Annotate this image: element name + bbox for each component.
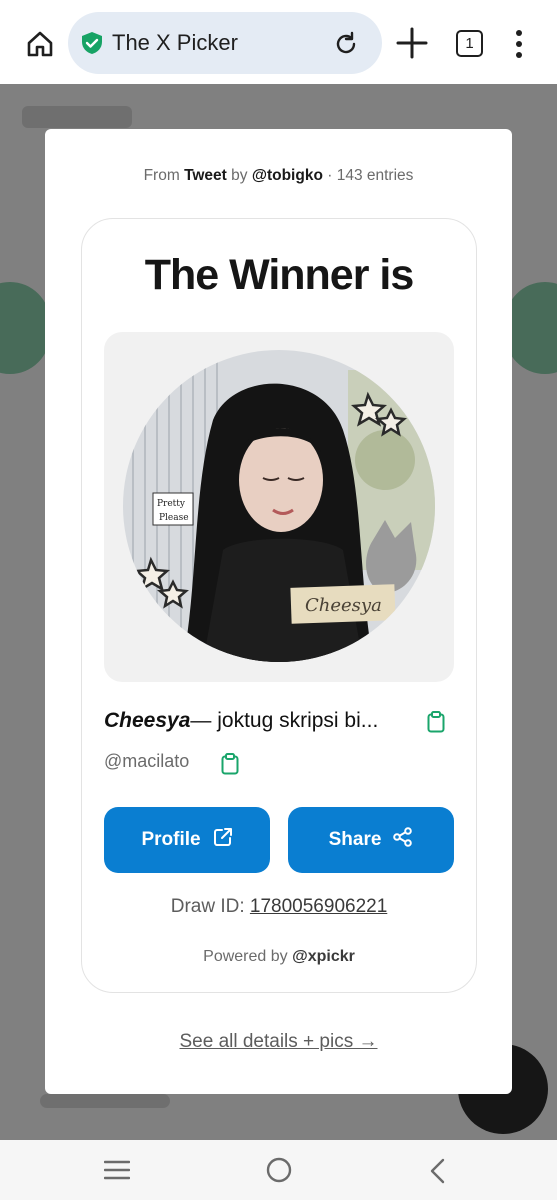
- winner-name-rest: — joktug skripsi bi...: [190, 709, 379, 732]
- photo-caption: Cheesya: [305, 595, 382, 616]
- background-decoration: [505, 282, 557, 374]
- draw-id-link[interactable]: 1780056906221: [250, 896, 387, 917]
- powered-handle[interactable]: @xpickr: [292, 948, 355, 965]
- source-line: From Tweet by @tobigko · 143 entries: [45, 167, 512, 185]
- back-icon[interactable]: [428, 1158, 446, 1184]
- powered-prefix: Powered by: [203, 948, 288, 965]
- background-decoration: [0, 282, 50, 374]
- tabs-icon[interactable]: 1: [456, 30, 483, 57]
- see-all-details-link[interactable]: See all details + pics →: [45, 1031, 512, 1053]
- sticker-text-2: Please: [159, 513, 189, 523]
- url-bar[interactable]: The X Picker: [68, 12, 382, 74]
- source-by: by: [231, 167, 248, 184]
- plus-icon[interactable]: [395, 26, 429, 60]
- winner-card: The Winner is Pretty Please Cheesya Chee…: [81, 218, 477, 993]
- winner-name-row: Cheesya— joktug skripsi bi...: [104, 709, 454, 737]
- share-button-label: Share: [328, 829, 382, 850]
- headline: The Winner is: [144, 251, 415, 299]
- url-text[interactable]: The X Picker: [112, 31, 238, 55]
- reload-icon[interactable]: [332, 30, 360, 58]
- profile-button-label: Profile: [141, 829, 201, 850]
- sticker-text-1: Pretty: [157, 499, 186, 509]
- background-logo: [22, 106, 132, 128]
- share-button[interactable]: Share: [288, 807, 454, 873]
- winner-handle: @macilato: [104, 751, 190, 771]
- clipboard-icon[interactable]: [427, 711, 445, 733]
- winner-photo-frame: Pretty Please Cheesya: [104, 332, 454, 682]
- profile-button[interactable]: Profile: [104, 807, 270, 873]
- winner-name: Cheesya— joktug skripsi bi...: [104, 709, 409, 733]
- draw-id: Draw ID: 1780056906221: [82, 896, 476, 918]
- winner-modal: From Tweet by @tobigko · 143 entries The…: [45, 129, 512, 1094]
- recent-apps-icon[interactable]: [103, 1160, 131, 1180]
- source-type: Tweet: [184, 167, 227, 184]
- winner-avatar: Pretty Please Cheesya: [123, 350, 435, 662]
- more-vert-icon[interactable]: [510, 28, 528, 60]
- entries-count: · 143 entries: [327, 167, 414, 184]
- share-icon: [393, 827, 413, 853]
- powered-by: Powered by @xpickr: [82, 948, 476, 966]
- home-icon[interactable]: [22, 26, 58, 62]
- see-all-label[interactable]: See all details + pics →: [179, 1031, 377, 1052]
- background-decoration: [40, 1094, 170, 1108]
- winner-name-emphasis: Cheesya: [104, 709, 191, 732]
- external-link-icon: [213, 827, 233, 853]
- winner-handle-row: @macilato: [104, 751, 304, 777]
- shield-check-icon: [80, 31, 104, 55]
- nav-home-icon[interactable]: [265, 1156, 293, 1184]
- source-prefix: From: [143, 167, 180, 184]
- draw-id-label: Draw ID:: [170, 896, 245, 917]
- browser-toolbar: The X Picker 1: [0, 0, 557, 84]
- source-user: @tobigko: [251, 167, 323, 184]
- system-navbar: [0, 1140, 557, 1200]
- clipboard-icon[interactable]: [221, 753, 239, 775]
